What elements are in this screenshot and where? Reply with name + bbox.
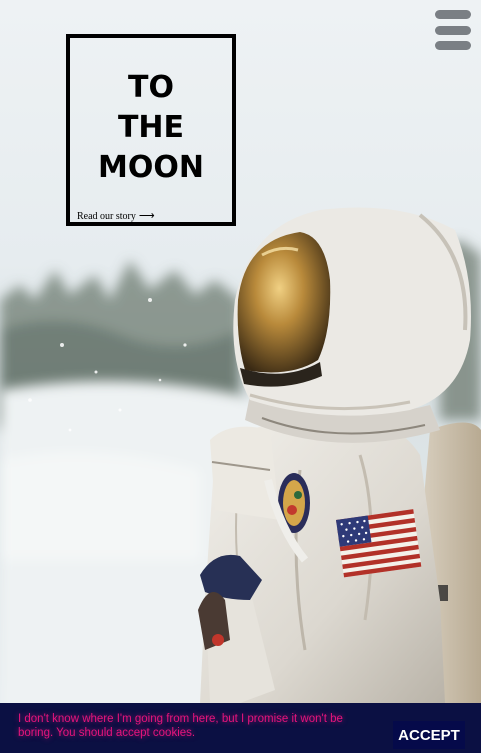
hamburger-menu-icon[interactable] <box>435 10 471 52</box>
cookie-message: I don't know where I'm going from here, … <box>18 713 343 739</box>
menu-bar-bottom <box>435 41 471 50</box>
title-line: MOON <box>98 150 204 185</box>
page-title: TO THE MOON <box>70 68 232 188</box>
cookie-banner: I don't know where I'm going from here, … <box>0 703 481 753</box>
menu-bar-middle <box>435 26 471 35</box>
title-card: TO THE MOON Read our story ⟶ <box>66 34 236 226</box>
title-line: THE <box>117 110 185 145</box>
read-our-story-label: Read our story <box>77 211 136 222</box>
page: TO THE MOON Read our story ⟶ I don't know… <box>0 0 481 753</box>
title-line: TO <box>128 70 174 105</box>
menu-bar-top <box>435 10 471 19</box>
arrow-right-icon: ⟶ <box>138 210 155 222</box>
accept-cookies-button[interactable]: ACCEPT <box>393 721 465 749</box>
read-our-story-link[interactable]: Read our story ⟶ <box>77 209 155 222</box>
